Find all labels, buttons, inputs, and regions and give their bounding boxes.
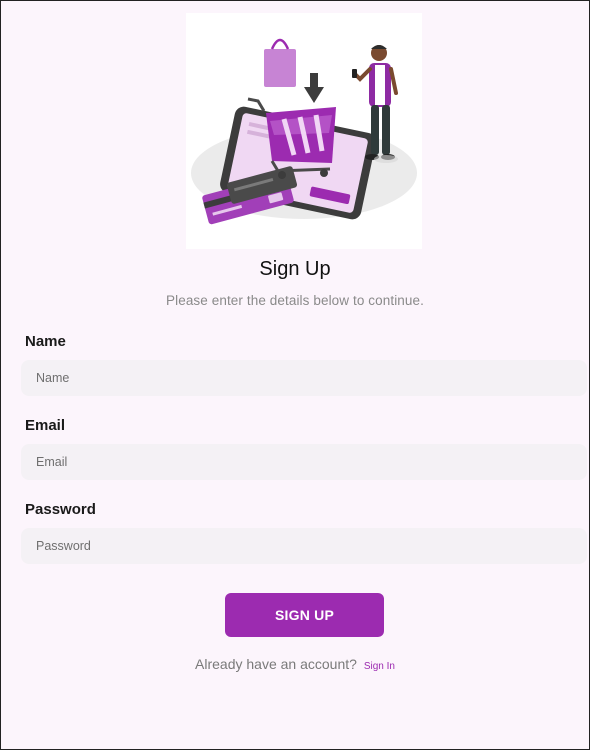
- page-subtitle: Please enter the details below to contin…: [166, 293, 424, 308]
- password-input[interactable]: [21, 528, 587, 564]
- page-title: Sign Up: [259, 258, 331, 280]
- password-label: Password: [25, 501, 96, 518]
- email-input[interactable]: [21, 444, 587, 480]
- name-label: Name: [25, 333, 66, 350]
- name-input[interactable]: [21, 360, 587, 396]
- shopping-cart-illustration: [191, 38, 417, 225]
- signin-prompt-row: Already have an account? Sign In: [1, 656, 589, 672]
- sign-in-link[interactable]: Sign In: [364, 661, 395, 672]
- signup-screen: Sign Up Please enter the details below t…: [0, 0, 590, 750]
- sign-up-button[interactable]: SIGN UP: [225, 593, 384, 637]
- signin-prompt-text: Already have an account?: [195, 656, 357, 672]
- hero-illustration: [186, 13, 422, 249]
- email-label: Email: [25, 417, 66, 434]
